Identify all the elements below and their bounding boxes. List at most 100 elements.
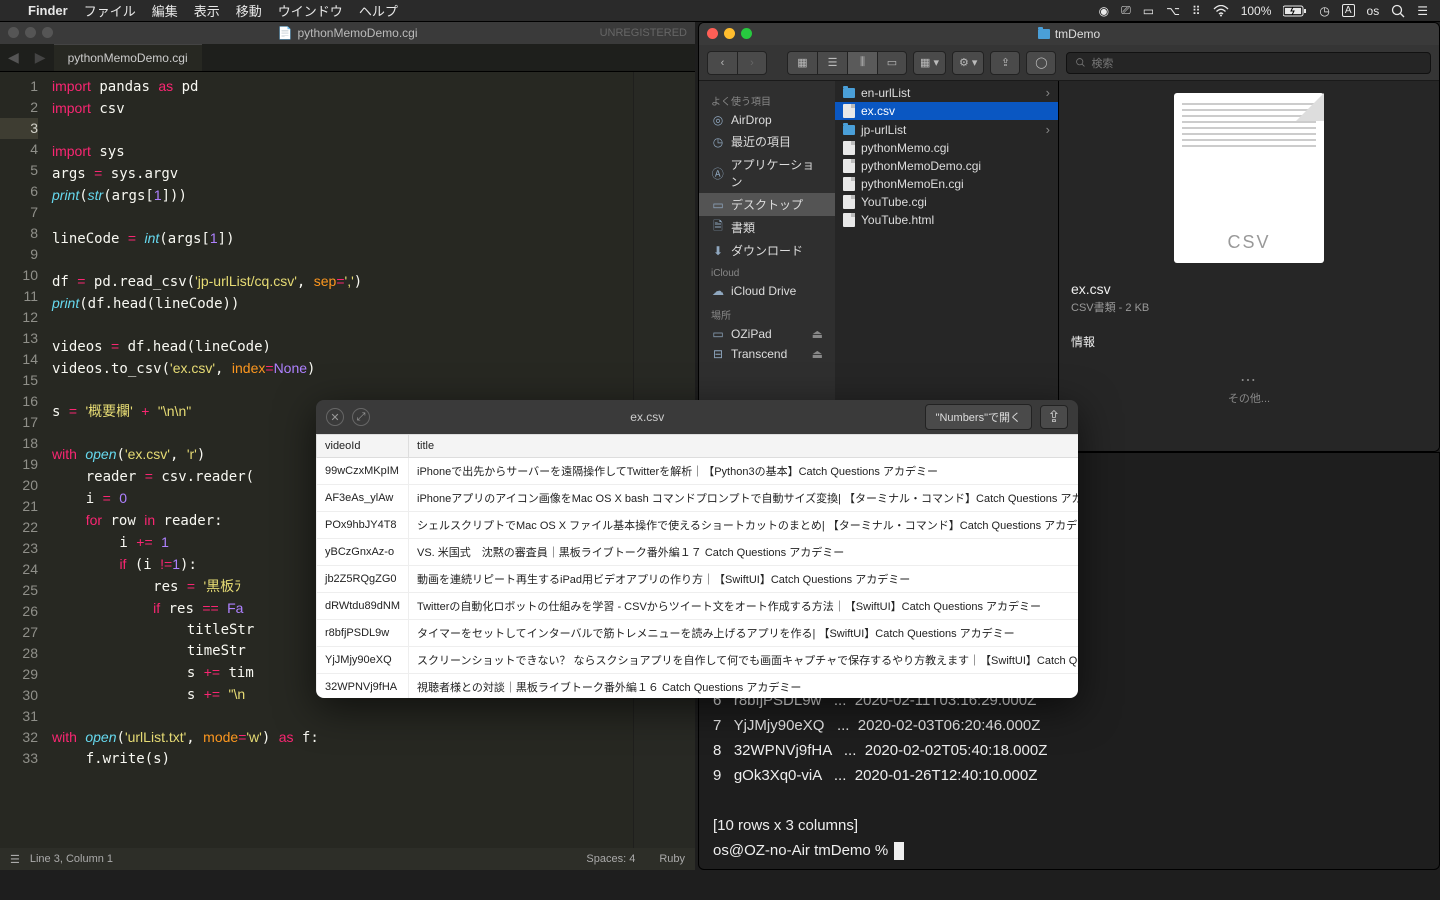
view-columns-button[interactable]: ⫼ <box>847 51 877 75</box>
finder-preview-pane: CSV ex.csv CSV書類 - 2 KB 情報 ⋯その他... <box>1059 81 1439 451</box>
user-label[interactable]: os <box>1367 4 1380 18</box>
menu-file[interactable]: ファイル <box>84 1 136 20</box>
editor-tab[interactable]: pythonMemoDemo.cgi <box>54 44 202 71</box>
view-gallery-button[interactable]: ▭ <box>877 51 907 75</box>
nav-forward-button[interactable]: › <box>737 51 767 75</box>
menuextra-icon[interactable]: ⌥ <box>1166 4 1180 18</box>
menu-edit[interactable]: 編集 <box>152 1 178 20</box>
csv-thumbnail: CSV <box>1174 93 1324 263</box>
table-row[interactable]: 32WPNVj9fHA視聴者様との対談｜黒板ライブトーク番外編１６ Catch … <box>317 674 1079 699</box>
sidebar-item-documents[interactable]: 🗎書類 <box>699 216 835 239</box>
table-cell: 視聴者様との対談｜黒板ライブトーク番外編１６ Catch Questions ア… <box>409 674 1079 699</box>
menuextra-grid-icon[interactable]: ⠿ <box>1192 4 1201 18</box>
file-name: pythonMemoEn.cgi <box>861 177 964 191</box>
menubar-list-icon[interactable]: ☰ <box>1417 4 1428 18</box>
folder-icon <box>843 88 855 98</box>
open-with-button[interactable]: "Numbers"で開く <box>925 404 1032 430</box>
finder-sidebar: よく使う項目 ◎AirDrop ◷最近の項目 Ⓐアプリケーション ▭デスクトップ… <box>699 81 835 451</box>
sidebar-item-airdrop[interactable]: ◎AirDrop <box>699 110 835 130</box>
document-icon: 📄 <box>277 26 292 40</box>
table-row[interactable]: jb2Z5RQgZG0動画を連続リピート再生するiPad用ビデオアプリの作り方｜… <box>317 566 1079 593</box>
nav-forward-icon[interactable]: ▶ <box>27 49 54 66</box>
editor-titlebar[interactable]: 📄 pythonMemoDemo.cgi UNREGISTERED <box>0 22 695 44</box>
status-hamburger-icon[interactable]: ☰ <box>10 853 20 866</box>
fullscreen-icon[interactable]: ⤢ <box>352 408 370 426</box>
menuextra-icon[interactable]: ▭ <box>1143 4 1154 18</box>
share-icon[interactable]: ⇪ <box>1040 405 1068 429</box>
table-cell: r8bfjPSDL9w <box>317 620 409 647</box>
file-name: ex.csv <box>861 104 895 118</box>
editor-status-bar: ☰ Line 3, Column 1 Spaces: 4 Ruby <box>0 848 695 870</box>
line-gutter[interactable]: 1234567891011121314151617181920212223242… <box>0 72 48 848</box>
file-item[interactable]: en-urlList <box>835 83 1058 102</box>
view-list-button[interactable]: ☰ <box>817 51 847 75</box>
table-row[interactable]: AF3eAs_ylAwiPhoneアプリのアイコン画像をMac OS X bas… <box>317 485 1079 512</box>
table-row[interactable]: POx9hbJY4T8シェルスクリプトでMac OS X ファイル基本操作で使え… <box>317 512 1079 539</box>
finder-titlebar[interactable]: tmDemo <box>699 23 1439 45</box>
quicklook-table[interactable]: videoId title 99wCzxMKpIMiPhoneで出先からサーバー… <box>316 434 1078 698</box>
sidebar-item-applications[interactable]: Ⓐアプリケーション <box>699 153 835 193</box>
window-traffic-lights[interactable] <box>8 27 53 38</box>
tags-button[interactable]: ◯ <box>1026 51 1056 75</box>
editor-tab-bar: ◀ ▶ pythonMemoDemo.cgi <box>0 44 695 72</box>
preview-info-label: 情報 <box>1071 333 1095 350</box>
input-source-icon[interactable]: A <box>1342 4 1355 17</box>
active-app-name[interactable]: Finder <box>28 3 68 18</box>
table-row[interactable]: dRWtdu89dNMTwitterの自動化ロボットの仕組みを学習 - CSVか… <box>317 593 1079 620</box>
menu-view[interactable]: 表示 <box>194 1 220 20</box>
sidebar-section-icloud: iCloud <box>699 262 835 281</box>
arrange-button[interactable]: ▦ ▾ <box>913 51 946 75</box>
spotlight-icon[interactable] <box>1391 4 1405 18</box>
nav-back-icon[interactable]: ◀ <box>0 49 27 66</box>
file-item[interactable]: pythonMemoEn.cgi <box>835 175 1058 193</box>
table-row[interactable]: 99wCzxMKpIMiPhoneで出先からサーバーを遠隔操作してTwitter… <box>317 458 1079 485</box>
table-cell: Twitterの自動化ロボットの仕組みを学習 - CSVからツイート文をオート作… <box>409 593 1079 620</box>
file-name: YouTube.html <box>861 213 934 227</box>
sidebar-item-downloads[interactable]: ⬇ダウンロード <box>699 239 835 262</box>
status-syntax[interactable]: Ruby <box>659 853 685 865</box>
quicklook-header[interactable]: ✕ ⤢ ex.csv "Numbers"で開く ⇪ <box>316 400 1078 434</box>
preview-filename: ex.csv <box>1071 277 1111 299</box>
table-row[interactable]: r8bfjPSDL9wタイマーをセットしてインターバルで筋トレメニューを読み上げ… <box>317 620 1079 647</box>
window-traffic-lights[interactable] <box>707 28 752 39</box>
action-button[interactable]: ⚙ ▾ <box>952 51 984 75</box>
table-cell: yBCzGnxAz-o <box>317 539 409 566</box>
file-item[interactable]: pythonMemo.cgi <box>835 139 1058 157</box>
file-item[interactable]: YouTube.html <box>835 211 1058 229</box>
table-row[interactable]: YjJMjy90eXQスクリーンショットできない？ ならスクショアプリを自作して… <box>317 647 1079 674</box>
table-cell: 99wCzxMKpIM <box>317 458 409 485</box>
table-cell: 32WPNVj9fHA <box>317 674 409 699</box>
table-row[interactable]: yBCzGnxAz-oVS. 米国式 沈黙の審査員｜黒板ライブトーク番外編１７ … <box>317 539 1079 566</box>
file-item[interactable]: ex.csv <box>835 102 1058 120</box>
file-item[interactable]: jp-urlList <box>835 120 1058 139</box>
sidebar-item-icloud[interactable]: ☁iCloud Drive <box>699 281 835 301</box>
view-icons-button[interactable]: ▦ <box>787 51 817 75</box>
menu-help[interactable]: ヘルプ <box>359 1 398 20</box>
menu-window[interactable]: ウインドウ <box>278 1 343 20</box>
record-icon[interactable]: ◉ <box>1099 4 1109 18</box>
wifi-icon[interactable] <box>1213 5 1229 17</box>
sidebar-item-drive[interactable]: ⊟Transcend⏏ <box>699 344 835 364</box>
sidebar-item-recents[interactable]: ◷最近の項目 <box>699 130 835 153</box>
file-item[interactable]: YouTube.cgi <box>835 193 1058 211</box>
table-cell: スクリーンショットできない？ ならスクショアプリを自作して何でも画面キャプチャで… <box>409 647 1079 674</box>
battery-icon[interactable] <box>1283 5 1307 17</box>
menuextra-icon[interactable]: ⎚ <box>1121 3 1131 18</box>
finder-search[interactable]: 検索 <box>1066 52 1431 74</box>
table-cell: タイマーをセットしてインターバルで筋トレメニューを読み上げるアプリを作る| 【S… <box>409 620 1079 647</box>
clock-icon[interactable]: ◷ <box>1319 4 1329 18</box>
file-name: pythonMemo.cgi <box>861 141 949 155</box>
table-header: videoId <box>317 435 409 458</box>
status-indent[interactable]: Spaces: 4 <box>586 853 635 865</box>
nav-back-button[interactable]: ‹ <box>707 51 737 75</box>
table-cell: シェルスクリプトでMac OS X ファイル基本操作で使えるショートカットのまと… <box>409 512 1079 539</box>
table-cell: jb2Z5RQgZG0 <box>317 566 409 593</box>
preview-more[interactable]: ⋯その他... <box>1228 370 1270 406</box>
sidebar-item-device[interactable]: ▭OZiPad⏏ <box>699 324 835 344</box>
applications-icon: Ⓐ <box>711 166 725 180</box>
share-button[interactable]: ⇪ <box>990 51 1020 75</box>
sidebar-item-desktop[interactable]: ▭デスクトップ <box>699 193 835 216</box>
file-item[interactable]: pythonMemoDemo.cgi <box>835 157 1058 175</box>
close-icon[interactable]: ✕ <box>326 408 344 426</box>
menu-go[interactable]: 移動 <box>236 1 262 20</box>
